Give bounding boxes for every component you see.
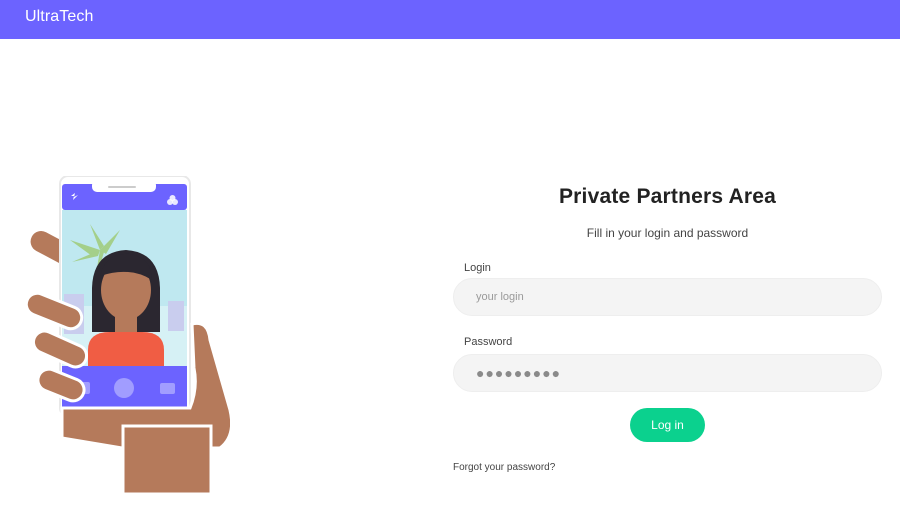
page-title: Private Partners Area — [558, 185, 777, 208]
camera-icon — [160, 383, 175, 394]
forgot-password-link[interactable]: Forgot your password? — [453, 462, 555, 473]
login-label: Login — [464, 262, 491, 274]
password-input[interactable] — [453, 354, 882, 392]
shutter-icon — [114, 378, 134, 398]
top-navbar: UltraTech — [0, 0, 900, 39]
login-button[interactable]: Log in — [630, 408, 705, 442]
person-avatar — [88, 250, 164, 372]
form-subtitle: Fill in your login and password — [586, 226, 749, 240]
phone-selfie-illustration — [24, 176, 230, 496]
brand-logo[interactable]: UltraTech — [25, 8, 93, 26]
login-input[interactable] — [453, 278, 882, 316]
password-label: Password — [464, 336, 513, 348]
